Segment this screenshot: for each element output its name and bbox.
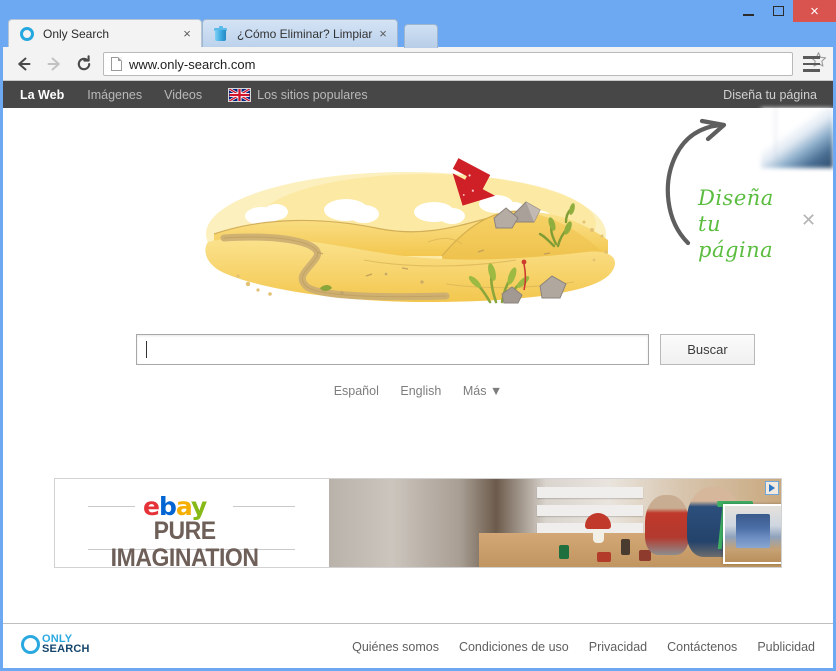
- language-links: Español English Más ▼: [3, 384, 833, 398]
- tab-strip: Only Search × ¿Cómo Eliminar? Limpiar : …: [0, 0, 836, 48]
- design-your-page-promo: Diseña tu página ✕: [658, 117, 816, 327]
- sidebar-item-videos[interactable]: Videos: [164, 88, 202, 102]
- browser-window: × Only Search × ¿Cómo Eliminar? Limpiar …: [0, 0, 836, 671]
- ad-brand-panel: ebay PURE IMAGINATION: [55, 479, 329, 567]
- child-girl: [645, 495, 689, 555]
- site-navigation-bar: La Web Imágenes Videos Los sitios popula…: [3, 81, 833, 108]
- uk-flag-icon: [228, 87, 252, 102]
- forward-button[interactable]: [39, 47, 69, 80]
- reload-button[interactable]: [69, 47, 99, 80]
- sand-dune-desert-illustration: [196, 156, 636, 316]
- lego-castle-inset: [723, 504, 781, 564]
- ad-divider: [233, 506, 295, 507]
- disena-tu-pagina-link[interactable]: Diseña tu página: [723, 88, 817, 102]
- adchoices-icon[interactable]: [765, 481, 779, 495]
- tab-close-button[interactable]: ×: [375, 26, 391, 42]
- back-button[interactable]: [9, 47, 39, 80]
- footer-link-contactenos[interactable]: Contáctenos: [667, 640, 737, 654]
- promo-close-button[interactable]: ✕: [801, 211, 816, 229]
- tab-close-button[interactable]: ×: [179, 26, 195, 42]
- only-search-ring-icon: [20, 26, 36, 42]
- tab-como-eliminar[interactable]: ¿Cómo Eliminar? Limpiar : ×: [202, 19, 398, 47]
- toy-block: [597, 552, 611, 562]
- search-row: Buscar: [3, 334, 833, 366]
- sidebar-item-la-web[interactable]: La Web: [20, 88, 64, 102]
- text-caret: [146, 341, 148, 358]
- tab-title: Only Search: [43, 26, 110, 41]
- language-english[interactable]: English: [400, 384, 441, 398]
- search-input[interactable]: [136, 334, 649, 365]
- page-content: La Web Imágenes Videos Los sitios popula…: [3, 81, 833, 668]
- sidebar-item-sitios-populares[interactable]: Los sitios populares: [257, 88, 367, 102]
- language-more[interactable]: Más ▼: [463, 384, 502, 398]
- browser-toolbar: www.only-search.com: [3, 47, 833, 81]
- ad-tagline: PURE IMAGINATION: [110, 517, 259, 568]
- toy-block: [559, 545, 569, 559]
- promo-text: Diseña tu página: [698, 185, 808, 263]
- sidebar-item-imagenes[interactable]: Imágenes: [87, 88, 142, 102]
- promo-line-2: tu: [698, 212, 721, 236]
- url-text: www.only-search.com: [129, 56, 256, 72]
- footer-links: Quiénes somos Condiciones de uso Privaci…: [352, 640, 815, 654]
- language-espanol[interactable]: Español: [334, 384, 379, 398]
- only-search-ring-icon: [21, 634, 40, 654]
- hamburger-menu-icon: [803, 56, 820, 59]
- shelf: [537, 487, 643, 498]
- search-button[interactable]: Buscar: [660, 334, 755, 365]
- new-tab-button[interactable]: [404, 24, 438, 48]
- ad-divider: [88, 506, 135, 507]
- footer-link-quienes-somos[interactable]: Quiénes somos: [352, 640, 439, 654]
- tab-only-search[interactable]: Only Search ×: [8, 19, 202, 47]
- toy-block: [639, 550, 651, 561]
- address-bar[interactable]: www.only-search.com: [103, 52, 793, 76]
- toy-block: [621, 539, 630, 555]
- footer-link-publicidad[interactable]: Publicidad: [757, 640, 815, 654]
- back-arrow-icon: [18, 57, 31, 70]
- only-search-logo: ONLY SEARCH: [21, 634, 90, 655]
- hamburger-menu-button[interactable]: [801, 54, 823, 74]
- toy-mushroom: [585, 513, 611, 543]
- page-footer: ONLY SEARCH Quiénes somos Condiciones de…: [3, 623, 833, 668]
- ebay-ad-banner[interactable]: ebay PURE IMAGINATION: [54, 478, 782, 568]
- reload-icon: [77, 54, 91, 70]
- tab-title: ¿Cómo Eliminar? Limpiar :: [237, 26, 375, 41]
- promo-line-3: página: [698, 238, 774, 262]
- logo-search-text: SEARCH: [42, 643, 90, 655]
- footer-link-privacidad[interactable]: Privacidad: [589, 640, 647, 654]
- page-document-icon: [111, 57, 122, 71]
- trash-can-icon: [214, 25, 230, 42]
- ebay-logo: ebay: [143, 494, 207, 519]
- promo-line-1: Diseña: [698, 186, 774, 210]
- footer-link-condiciones-de-uso[interactable]: Condiciones de uso: [459, 640, 569, 654]
- forward-arrow-icon: [47, 57, 60, 70]
- ad-photo-children-playing: [329, 479, 781, 567]
